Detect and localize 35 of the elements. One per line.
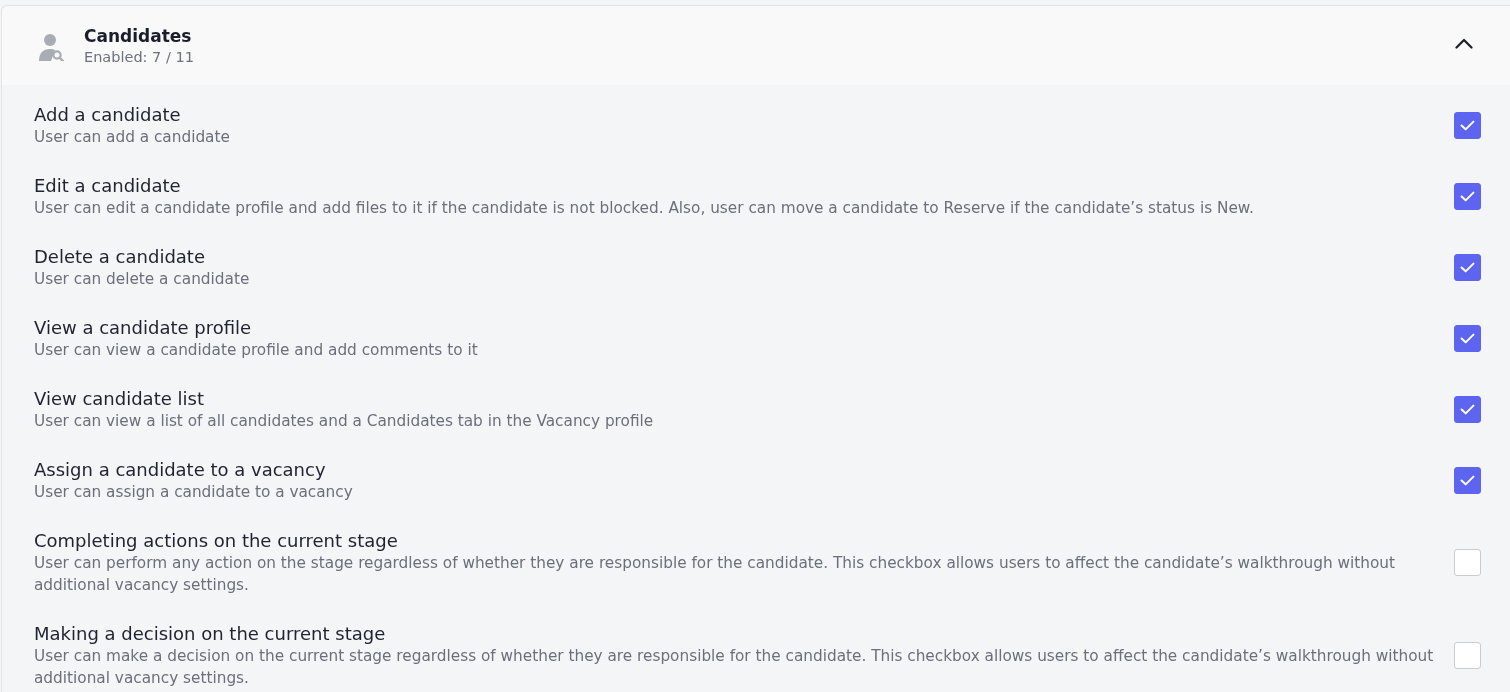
permission-description: User can perform any action on the stage regardless of whether they are responsible for the candidate. This checkbox allows users to affect the candidate’s walkthrough without additional vacancy settings. (34, 552, 1397, 596)
check-icon (1460, 120, 1475, 131)
permission-description: User can add a candidate (34, 126, 231, 148)
permission-description: User can assign a candidate to a vacancy (34, 481, 354, 503)
permission-checkbox[interactable] (1454, 254, 1481, 281)
permission-description: User can view a candidate profile and add comments to it (34, 339, 479, 361)
permission-title: Add a candidate (34, 103, 182, 126)
permission-title: View candidate list (34, 387, 205, 410)
permission-checkbox[interactable] (1454, 467, 1481, 494)
permission-description: User can delete a candidate (34, 268, 251, 290)
permission-checkbox[interactable] (1454, 549, 1481, 576)
permission-title: Making a decision on the current stage (34, 622, 387, 645)
permission-title: Delete a candidate (34, 245, 206, 268)
permission-description: User can edit a candidate profile and add files to it if the candidate is not blocked. Also, user can move a candidate to Reserve if the candidate’s status is New. (34, 197, 1255, 219)
permission-checkbox[interactable] (1454, 325, 1481, 352)
permission-title: Completing actions on the current stage (34, 529, 399, 552)
user-search-icon (38, 32, 66, 61)
check-icon (1460, 404, 1475, 415)
permission-checkbox[interactable] (1454, 112, 1481, 139)
permission-checkbox[interactable] (1454, 183, 1481, 210)
check-icon (1460, 333, 1475, 344)
enabled-count: Enabled: 7 / 11 (84, 47, 195, 67)
section-title: Candidates (84, 24, 193, 47)
check-icon (1460, 262, 1475, 273)
check-icon (1460, 475, 1475, 486)
permission-description: User can view a list of all candidates and a Candidates tab in the Vacancy profile (34, 410, 655, 432)
permission-title: Edit a candidate (34, 174, 182, 197)
section-header[interactable]: Candidates Enabled: 7 / 11 (2, 6, 1510, 85)
permission-checkbox[interactable] (1454, 396, 1481, 423)
permission-title: View a candidate profile (34, 316, 253, 339)
check-icon (1460, 191, 1475, 202)
permission-checkbox[interactable] (1454, 642, 1481, 669)
permission-title: Assign a candidate to a vacancy (34, 458, 327, 481)
permission-description: User can make a decision on the current stage regardless of whether they are responsible for the candidate. This checkbox allows users to affect the candidate’s walkthrough without additional vacancy settings. (34, 645, 1435, 689)
chevron-up-icon[interactable] (1455, 38, 1473, 49)
